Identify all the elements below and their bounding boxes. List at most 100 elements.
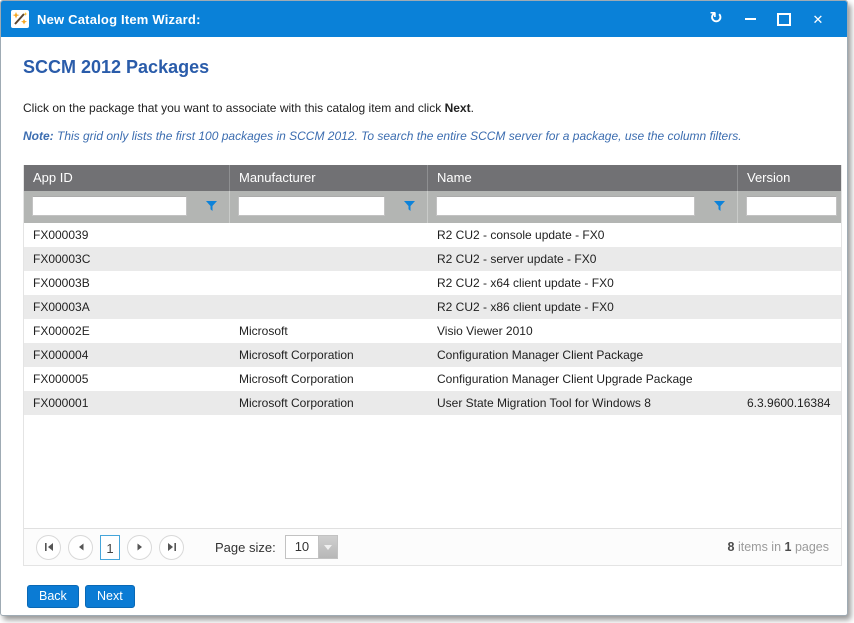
cell-app-id: FX000005: [24, 367, 230, 391]
cell-version: [738, 367, 842, 391]
cell-app-id: FX000039: [24, 223, 230, 247]
wizard-window: New Catalog Item Wizard: ↻ ✕ SCCM 2012 P…: [0, 0, 848, 616]
next-button[interactable]: Next: [85, 585, 135, 608]
cell-name: R2 CU2 - x64 client update - FX0: [428, 271, 738, 295]
table-row[interactable]: FX000039 R2 CU2 - console update - FX0: [24, 223, 842, 247]
page-size-dropdown[interactable]: 10: [285, 535, 338, 559]
cell-app-id: FX00003B: [24, 271, 230, 295]
cell-version: 6.3.9600.16384: [738, 391, 842, 415]
cell-version: [738, 271, 842, 295]
cell-app-id: FX00003C: [24, 247, 230, 271]
cell-version: [738, 295, 842, 319]
filter-input-manufacturer[interactable]: [238, 196, 385, 216]
back-button[interactable]: Back: [27, 585, 79, 608]
cell-version: [738, 223, 842, 247]
table-row[interactable]: FX00003A R2 CU2 - x86 client update - FX…: [24, 295, 842, 319]
filter-cell-name: [428, 191, 738, 223]
filter-funnel-icon[interactable]: [714, 201, 725, 212]
grid-pager: 1 Page size: 10 8 items in 1 pages: [24, 528, 841, 565]
first-page-button[interactable]: [36, 535, 61, 560]
page-title: SCCM 2012 Packages: [23, 57, 209, 78]
instruction-next-word: Next: [445, 101, 471, 115]
instruction-suffix: .: [471, 101, 474, 115]
cell-app-id: FX000001: [24, 391, 230, 415]
first-page-icon: [44, 542, 54, 552]
cell-app-id: FX000004: [24, 343, 230, 367]
grid-inner: App ID Manufacturer Name Version: [24, 165, 842, 415]
filter-input-name[interactable]: [436, 196, 695, 216]
filter-cell-manufacturer: [230, 191, 428, 223]
page-number-1[interactable]: 1: [100, 535, 120, 560]
next-page-icon: [135, 542, 145, 552]
table-row[interactable]: FX000004 Microsoft Corporation Configura…: [24, 343, 842, 367]
packages-grid: App ID Manufacturer Name Version: [23, 165, 842, 566]
column-header-app-id[interactable]: App ID: [24, 165, 230, 191]
items-text: items in: [735, 540, 785, 554]
cell-version: [738, 247, 842, 271]
cell-manufacturer: [230, 295, 428, 319]
grid-filter-row: [24, 191, 842, 223]
cell-manufacturer: Microsoft Corporation: [230, 391, 428, 415]
cell-app-id: FX00002E: [24, 319, 230, 343]
screen: { "titlebar": { "title": "New Catalog It…: [0, 0, 854, 623]
cell-version: [738, 319, 842, 343]
column-header-name[interactable]: Name: [428, 165, 738, 191]
cell-manufacturer: Microsoft Corporation: [230, 343, 428, 367]
table-row[interactable]: FX00002E Microsoft Visio Viewer 2010: [24, 319, 842, 343]
table-row[interactable]: FX000005 Microsoft Corporation Configura…: [24, 367, 842, 391]
next-page-button[interactable]: [127, 535, 152, 560]
cell-manufacturer: [230, 223, 428, 247]
cell-name: Visio Viewer 2010: [428, 319, 738, 343]
filter-funnel-icon[interactable]: [206, 201, 217, 212]
cell-name: Configuration Manager Client Package: [428, 343, 738, 367]
note-label: Note:: [23, 129, 54, 143]
table-row[interactable]: FX00003B R2 CU2 - x64 client update - FX…: [24, 271, 842, 295]
titlebar-buttons: ↻ ✕: [707, 10, 847, 28]
refresh-button[interactable]: ↻: [707, 10, 725, 28]
filter-cell-app-id: [24, 191, 230, 223]
cell-manufacturer: [230, 271, 428, 295]
last-page-button[interactable]: [159, 535, 184, 560]
page-size-label: Page size:: [215, 540, 276, 555]
prev-page-button[interactable]: [68, 535, 93, 560]
minimize-button[interactable]: [741, 10, 759, 28]
cell-manufacturer: Microsoft: [230, 319, 428, 343]
instruction-text: Click on the package that you want to as…: [23, 101, 474, 115]
grid-header-row: App ID Manufacturer Name Version: [24, 165, 842, 191]
table-row[interactable]: FX000001 Microsoft Corporation User Stat…: [24, 391, 842, 415]
cell-name: R2 CU2 - server update - FX0: [428, 247, 738, 271]
cell-manufacturer: Microsoft Corporation: [230, 367, 428, 391]
filter-input-version[interactable]: [746, 196, 837, 216]
items-count: 8: [728, 540, 735, 554]
column-header-manufacturer[interactable]: Manufacturer: [230, 165, 428, 191]
cell-name: Configuration Manager Client Upgrade Pac…: [428, 367, 738, 391]
cell-app-id: FX00003A: [24, 295, 230, 319]
instruction-prefix: Click on the package that you want to as…: [23, 101, 445, 115]
pages-text: pages: [791, 540, 829, 554]
wizard-app-icon: [11, 10, 29, 28]
close-button[interactable]: ✕: [809, 10, 827, 28]
cell-name: R2 CU2 - x86 client update - FX0: [428, 295, 738, 319]
grid-empty-area: [24, 415, 841, 528]
column-header-version[interactable]: Version: [738, 165, 842, 191]
maximize-icon: [777, 13, 791, 26]
titlebar: New Catalog Item Wizard: ↻ ✕: [1, 1, 847, 37]
note-body: This grid only lists the first 100 packa…: [54, 129, 742, 143]
note-text: Note: This grid only lists the first 100…: [23, 129, 742, 143]
last-page-icon: [167, 542, 177, 552]
refresh-icon: ↻: [709, 11, 722, 27]
close-icon: ✕: [813, 13, 824, 26]
page-size-dropdown-button[interactable]: [318, 536, 337, 558]
page-size-value: 10: [286, 536, 318, 558]
prev-page-icon: [76, 542, 86, 552]
cell-name: User State Migration Tool for Windows 8: [428, 391, 738, 415]
cell-manufacturer: [230, 247, 428, 271]
chevron-down-icon: [324, 545, 332, 550]
filter-funnel-icon[interactable]: [404, 201, 415, 212]
cell-version: [738, 343, 842, 367]
cell-name: R2 CU2 - console update - FX0: [428, 223, 738, 247]
filter-input-app-id[interactable]: [32, 196, 187, 216]
window-title: New Catalog Item Wizard:: [37, 12, 201, 27]
maximize-button[interactable]: [775, 10, 793, 28]
table-row[interactable]: FX00003C R2 CU2 - server update - FX0: [24, 247, 842, 271]
